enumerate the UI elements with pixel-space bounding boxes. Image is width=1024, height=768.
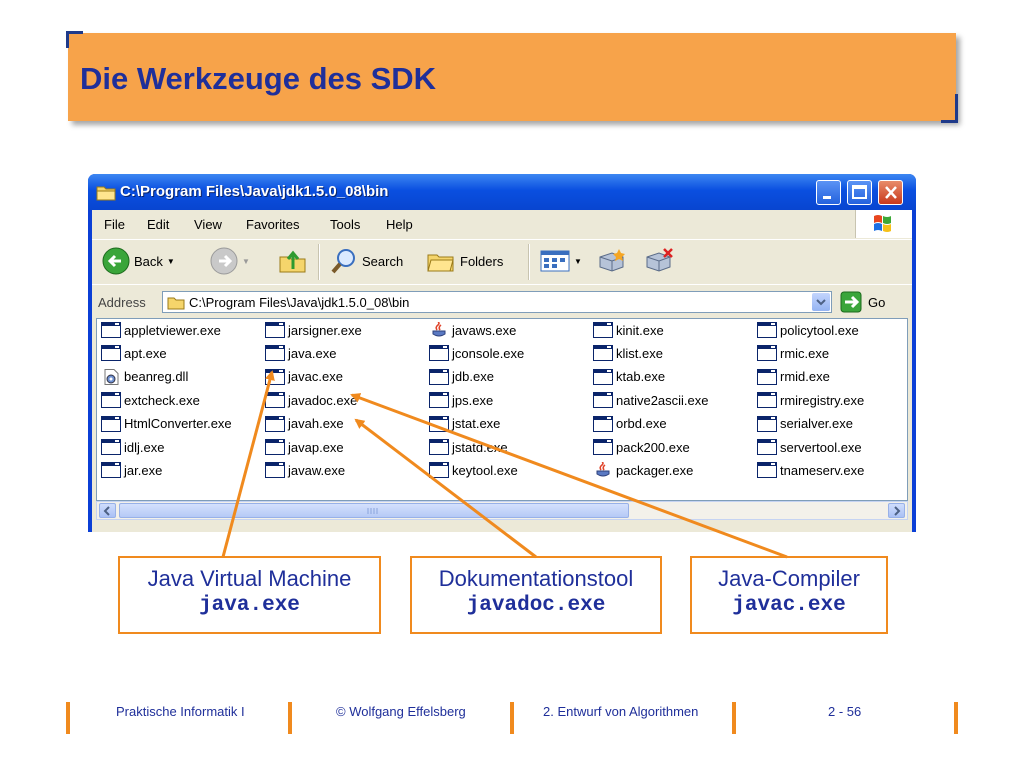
footer-divider <box>510 702 514 734</box>
footer-author: © Wolfgang Effelsberg <box>336 704 466 719</box>
footer-divider <box>288 702 292 734</box>
footer-course: Praktische Informatik I <box>116 704 245 719</box>
callout-arrows <box>221 370 788 559</box>
arrow-javadoc <box>354 418 537 559</box>
footer-divider <box>954 702 958 734</box>
arrow-java <box>221 370 275 558</box>
footer-divider <box>66 702 70 734</box>
arrow-javac <box>350 393 788 559</box>
footer-page: 2 - 56 <box>828 704 862 719</box>
footer-chapter: 2. Entwurf von Algorithmen <box>543 704 699 719</box>
footer-divider <box>732 702 736 734</box>
